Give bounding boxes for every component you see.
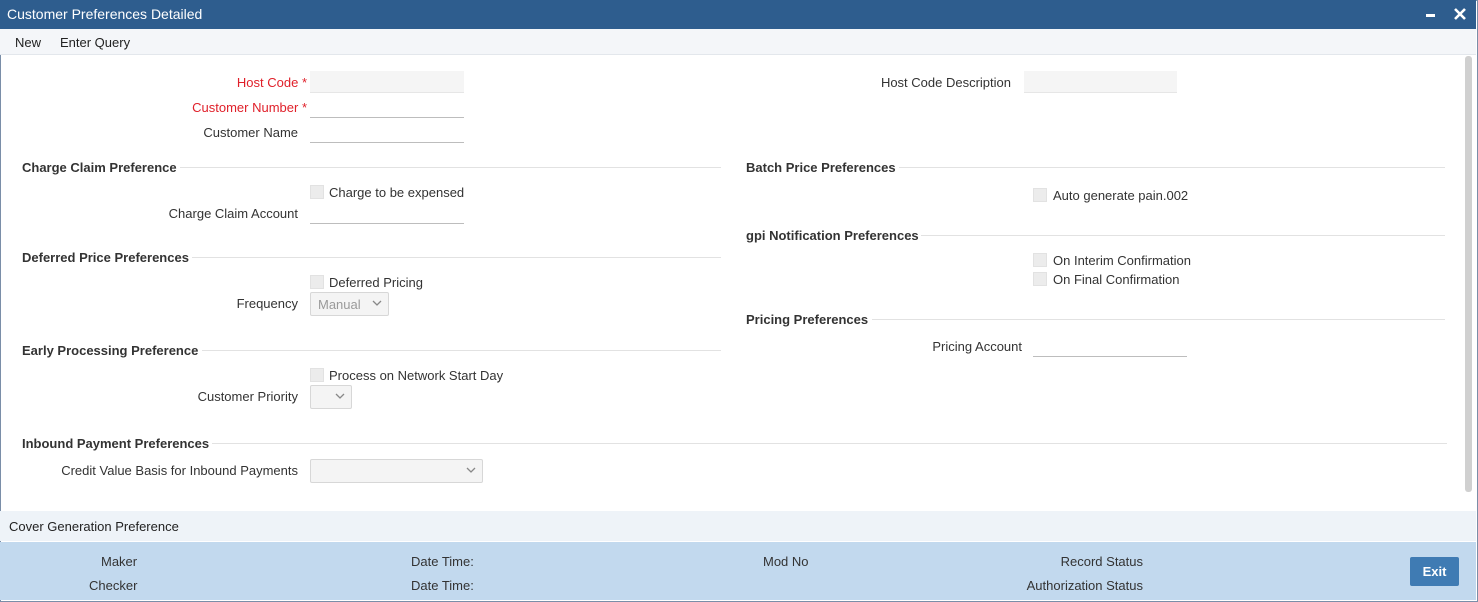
host-code-description-input[interactable]	[1024, 71, 1177, 93]
section-divider	[212, 443, 1447, 444]
pricing-section-title: Pricing Preferences	[746, 312, 869, 327]
early-processing-section-title: Early Processing Preference	[22, 343, 199, 358]
charge-claim-section-title: Charge Claim Preference	[22, 160, 177, 175]
new-menu-item[interactable]: New	[15, 35, 41, 50]
maker-date-time-label: Date Time:	[411, 554, 474, 569]
title-bar: Customer Preferences Detailed	[0, 0, 1476, 29]
process-on-network-start-day-label: Process on Network Start Day	[329, 368, 504, 383]
credit-value-basis-select[interactable]	[310, 459, 483, 483]
section-divider	[202, 350, 721, 351]
host-code-label: Host Code *	[236, 75, 307, 90]
charge-claim-account-input[interactable]	[310, 202, 464, 224]
cover-generation-bar[interactable]: Cover Generation Preference	[0, 511, 1476, 541]
on-interim-confirmation-checkbox[interactable]	[1033, 253, 1047, 267]
host-code-description-label: Host Code Description	[880, 75, 1011, 90]
deferred-pricing-label: Deferred Pricing	[329, 275, 423, 290]
on-interim-confirmation-label: On Interim Confirmation	[1053, 253, 1191, 268]
frequency-select[interactable]: Manual	[310, 292, 389, 316]
vertical-scrollbar[interactable]	[1465, 56, 1472, 492]
deferred-price-section-title: Deferred Price Preferences	[22, 250, 189, 265]
cover-generation-label: Cover Generation Preference	[9, 519, 179, 534]
close-icon[interactable]	[1452, 3, 1468, 28]
chevron-down-icon	[372, 300, 382, 306]
chevron-down-icon	[466, 467, 476, 473]
audit-footer: Maker Checker Date Time: Date Time: Mod …	[0, 542, 1476, 600]
customer-name-label: Customer Name	[203, 125, 298, 140]
charge-claim-account-label: Charge Claim Account	[168, 206, 298, 221]
section-divider	[872, 319, 1445, 320]
credit-value-basis-label: Credit Value Basis for Inbound Payments	[61, 463, 298, 478]
inbound-payment-section-title: Inbound Payment Preferences	[22, 436, 210, 451]
customer-name-input[interactable]	[310, 121, 464, 143]
process-on-network-start-day-checkbox[interactable]	[310, 368, 324, 382]
customer-number-input[interactable]	[310, 96, 464, 118]
minimize-icon[interactable]	[1424, 3, 1438, 28]
on-final-confirmation-label: On Final Confirmation	[1053, 272, 1180, 287]
pricing-account-input[interactable]	[1033, 335, 1187, 357]
window-title: Customer Preferences Detailed	[7, 6, 203, 22]
pricing-account-label: Pricing Account	[932, 339, 1022, 354]
deferred-pricing-checkbox[interactable]	[310, 275, 324, 289]
customer-priority-select[interactable]	[310, 385, 352, 409]
batch-price-section-title: Batch Price Preferences	[746, 160, 896, 175]
auto-generate-pain002-checkbox[interactable]	[1033, 188, 1047, 202]
charge-to-be-expensed-label: Charge to be expensed	[329, 185, 465, 200]
checker-label: Checker	[89, 578, 138, 593]
section-divider	[899, 167, 1445, 168]
host-code-input[interactable]	[310, 71, 464, 93]
on-final-confirmation-checkbox[interactable]	[1033, 272, 1047, 286]
frequency-label: Frequency	[236, 296, 298, 311]
enter-query-menu-item[interactable]: Enter Query	[60, 35, 130, 50]
menu-bar: New Enter Query	[0, 29, 1476, 55]
record-status-label: Record Status	[1060, 554, 1143, 569]
checker-date-time-label: Date Time:	[411, 578, 474, 593]
charge-to-be-expensed-checkbox[interactable]	[310, 185, 324, 199]
gpi-notification-section-title: gpi Notification Preferences	[746, 228, 919, 243]
customer-priority-label: Customer Priority	[197, 389, 298, 404]
section-divider	[192, 257, 721, 258]
section-divider	[921, 235, 1445, 236]
frequency-value: Manual	[318, 297, 361, 312]
customer-number-label: Customer Number *	[192, 100, 307, 115]
exit-button[interactable]: Exit	[1410, 557, 1459, 586]
maker-label: Maker	[101, 554, 138, 569]
section-divider	[180, 167, 721, 168]
mod-no-label: Mod No	[763, 554, 809, 569]
authorization-status-label: Authorization Status	[1026, 578, 1143, 593]
auto-generate-pain002-label: Auto generate pain.002	[1053, 188, 1189, 203]
chevron-down-icon	[335, 393, 345, 399]
